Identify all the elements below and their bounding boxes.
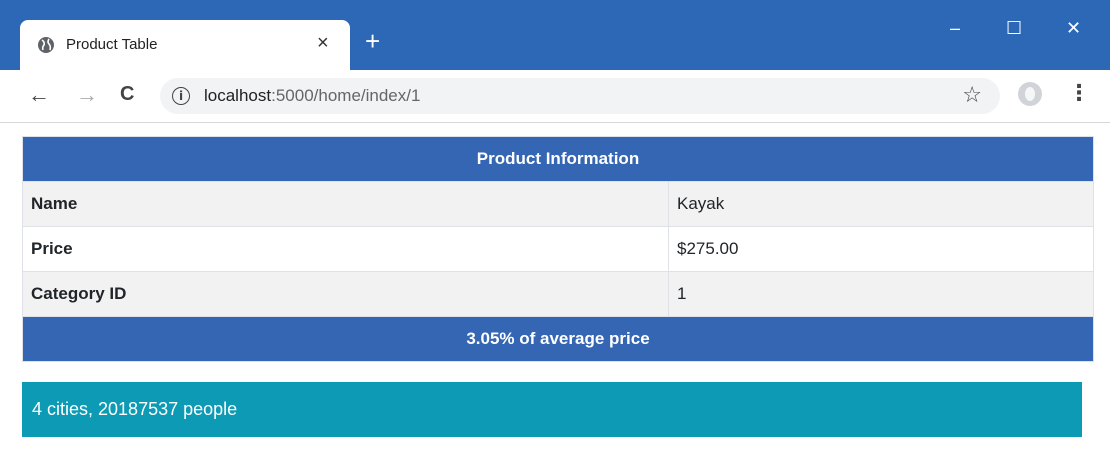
back-button[interactable]: ← [28,82,50,108]
row-label: Name [22,181,669,227]
reload-button[interactable]: C [120,83,134,106]
minimize-button[interactable]: – [950,18,960,39]
url-host: localhost [204,86,272,105]
row-value: Kayak [668,181,1094,227]
close-window-button[interactable]: ✕ [1066,18,1081,39]
maximize-button[interactable]: ☐ [1006,18,1022,39]
url-text[interactable]: localhost:5000/home/index/1 [204,86,420,106]
tab-title: Product Table [66,36,158,53]
url-path: :5000/home/index/1 [271,86,421,105]
globe-icon [38,37,54,53]
table-row: Price $275.00 [22,226,1094,272]
row-value: 1 [668,271,1094,317]
row-value: $275.00 [668,226,1094,272]
menu-icon[interactable]: ⋮ [1068,80,1090,106]
table-footer: 3.05% of average price [22,316,1094,362]
tab-close-icon[interactable]: × [317,32,329,55]
address-bar[interactable]: i localhost:5000/home/index/1 ☆ [160,78,1000,114]
profile-avatar[interactable] [1018,82,1042,106]
browser-tab[interactable]: Product Table × [20,20,350,70]
table-row: Category ID 1 [22,271,1094,317]
cities-summary-banner: 4 cities, 20187537 people [22,382,1082,437]
product-table: Product Information Name Kayak Price $27… [22,136,1094,362]
row-label: Category ID [22,271,669,317]
table-header: Product Information [22,136,1094,182]
new-tab-button[interactable]: + [365,28,380,54]
info-icon[interactable]: i [172,87,190,105]
bookmark-star-icon[interactable]: ☆ [962,82,982,108]
table-footer-row: 3.05% of average price [22,316,1094,362]
browser-title-bar: Product Table × + – ☐ ✕ [0,0,1110,70]
table-row: Name Kayak [22,181,1094,227]
table-header-row: Product Information [22,136,1094,182]
forward-button[interactable]: → [76,82,98,108]
row-label: Price [22,226,669,272]
browser-toolbar: ← → C i localhost:5000/home/index/1 ☆ ⋮ [0,70,1110,123]
